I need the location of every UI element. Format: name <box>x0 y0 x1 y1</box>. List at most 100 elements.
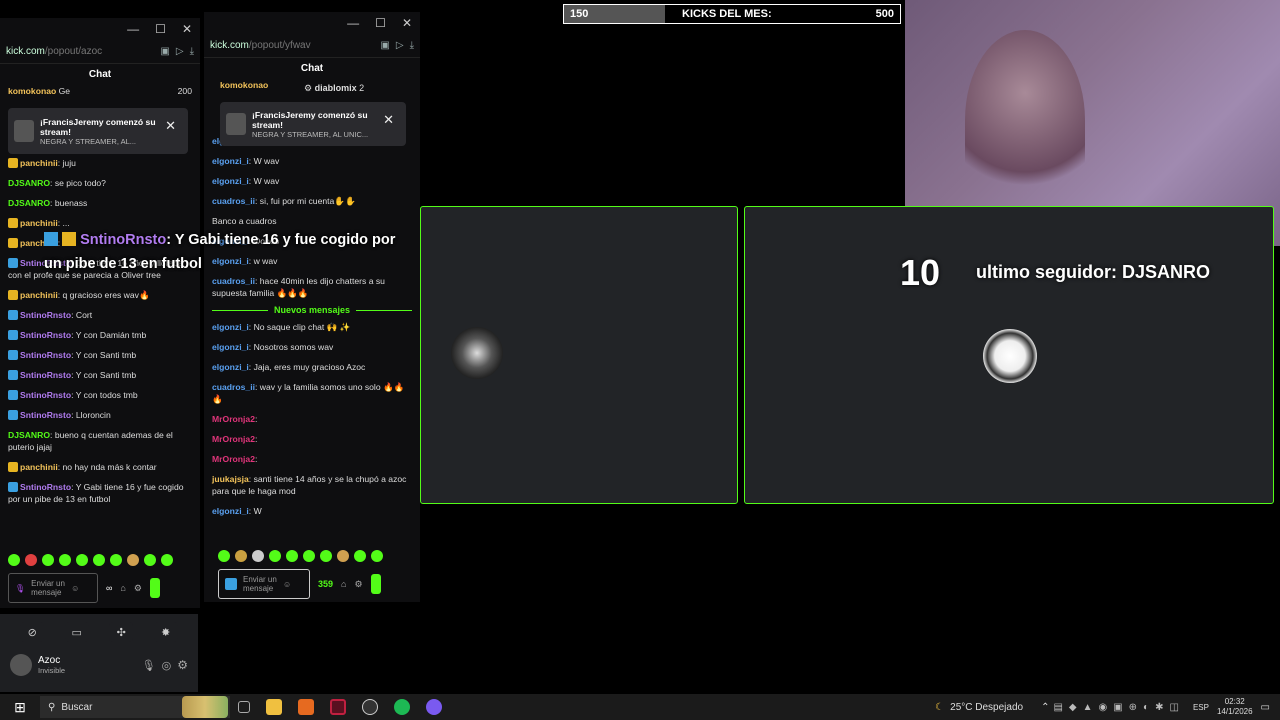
kick-badge-icon[interactable] <box>225 578 237 590</box>
emote-icon[interactable] <box>252 550 264 562</box>
chat-username[interactable]: DJSANRO <box>8 430 50 440</box>
chat-username[interactable]: panchinii <box>20 158 58 168</box>
brave-browser-icon[interactable] <box>298 699 314 715</box>
chat-username[interactable]: SntinoRnsto <box>20 410 71 420</box>
mic-icon[interactable]: 🎙 <box>15 584 25 593</box>
minimize-icon[interactable]: — <box>127 22 139 36</box>
close-icon[interactable]: ✕ <box>165 118 176 134</box>
emote-icon[interactable] <box>303 550 315 562</box>
gear-icon[interactable]: ⚙ <box>134 583 142 594</box>
emote-icon[interactable] <box>93 554 105 566</box>
emote-icon[interactable] <box>161 554 173 566</box>
emote-icon[interactable] <box>8 554 20 566</box>
tray-chevron-icon[interactable]: ⌃ <box>1041 702 1049 713</box>
task-view-icon[interactable] <box>238 701 250 713</box>
store-icon[interactable]: ⌂ <box>120 583 125 593</box>
chat-username[interactable]: DJSANRO <box>8 178 50 188</box>
extensions-icon[interactable]: ▣ <box>160 46 169 57</box>
right-url[interactable]: kick.com/popout/yfwav <box>210 40 374 51</box>
right-message-input[interactable]: Enviar un mensaje ☺ <box>218 569 310 599</box>
chat-username[interactable]: SntinoRnsto <box>20 390 71 400</box>
emote-icon[interactable] <box>127 554 139 566</box>
emote-icon[interactable] <box>235 550 247 562</box>
emote-icon[interactable] <box>337 550 349 562</box>
taskbar-search[interactable]: ⚲ Buscar <box>40 696 230 718</box>
avatar[interactable] <box>10 654 32 676</box>
headphones-icon[interactable]: ◎ <box>162 659 172 672</box>
emoji-icon[interactable]: ☺ <box>283 580 291 589</box>
mic-icon[interactable]: 🎙 <box>142 659 156 672</box>
gear-icon[interactable]: ⚙ <box>354 579 362 590</box>
emote-icon[interactable] <box>76 554 88 566</box>
emote-icon[interactable] <box>269 550 281 562</box>
chat-username[interactable]: juukajsja <box>212 474 249 484</box>
emoji-icon[interactable]: ☺ <box>71 584 79 593</box>
play-icon[interactable]: ▷ <box>176 46 184 57</box>
emote-icon[interactable] <box>371 550 383 562</box>
gear-icon[interactable]: ⚙ <box>177 658 188 672</box>
emote-icon[interactable] <box>59 554 71 566</box>
minimize-icon[interactable]: — <box>347 16 359 30</box>
chat-username[interactable]: MrOronja2 <box>212 454 255 464</box>
steam-icon[interactable] <box>362 699 378 715</box>
chat-username[interactable]: elgonzi_i <box>212 362 249 372</box>
emote-icon[interactable] <box>218 550 230 562</box>
left-message-input[interactable]: 🎙 Enviar un mensaje ☺ <box>8 573 98 603</box>
spotify-icon[interactable] <box>394 699 410 715</box>
chat-username[interactable]: elgonzi_i <box>212 176 249 186</box>
clock[interactable]: 02:32 14/1/2026 <box>1217 697 1253 717</box>
close-icon[interactable]: ✕ <box>182 22 192 36</box>
chat-username[interactable]: elgonzi_i <box>212 506 249 516</box>
chat-username[interactable]: SntinoRnsto <box>20 482 71 492</box>
emote-icon[interactable] <box>110 554 122 566</box>
store-icon[interactable]: ⌂ <box>341 579 346 589</box>
chat-username[interactable]: SntinoRnsto <box>20 330 71 340</box>
emote-icon[interactable] <box>286 550 298 562</box>
send-button[interactable] <box>370 574 381 594</box>
activities-icon[interactable]: ✣ <box>109 622 134 642</box>
chat-username[interactable]: cuadros_ii <box>212 276 255 286</box>
soundboard-icon[interactable]: ✸ <box>153 622 178 642</box>
maximize-icon[interactable]: ☐ <box>375 16 386 30</box>
chat-username[interactable]: SntinoRnsto <box>20 350 71 360</box>
chat-username[interactable]: cuadros_ii <box>212 196 255 206</box>
left-stream-notification[interactable]: ¡FrancisJeremy comenzó su stream! NEGRA … <box>8 108 188 154</box>
chat-username[interactable]: DJSANRO <box>8 198 50 208</box>
chat-username[interactable]: cuadros_ii <box>212 382 255 392</box>
chat-username[interactable]: MrOronja2 <box>212 414 255 424</box>
download-icon[interactable]: ⤓ <box>410 40 414 51</box>
chat-username[interactable]: elgonzi_i <box>212 156 249 166</box>
emote-icon[interactable] <box>42 554 54 566</box>
weather-text[interactable]: 25°C Despejado <box>950 702 1023 713</box>
extensions-icon[interactable]: ▣ <box>380 40 389 51</box>
tray-icons[interactable]: ▤◆▲◉▣⊕◐✱◫ <box>1053 702 1184 713</box>
play-icon[interactable]: ▷ <box>396 40 404 51</box>
emote-icon[interactable] <box>25 554 37 566</box>
language-indicator[interactable]: ESP <box>1193 703 1209 712</box>
chrome-icon[interactable] <box>426 699 442 715</box>
notification-icon[interactable]: ▭ <box>1261 702 1270 713</box>
chat-username[interactable]: SntinoRnsto <box>20 370 71 380</box>
left-url[interactable]: kick.com/popout/azoc <box>6 46 154 57</box>
send-button[interactable] <box>149 578 160 598</box>
chat-username[interactable]: elgonzi_i <box>212 342 249 352</box>
emote-icon[interactable] <box>320 550 332 562</box>
chat-username[interactable]: MrOronja2 <box>212 434 255 444</box>
right-stream-notification[interactable]: ¡FrancisJeremy comenzó su stream! NEGRA … <box>220 102 406 146</box>
chat-username[interactable]: elgonzi_i <box>212 322 249 332</box>
chat-username[interactable]: panchinii <box>20 218 58 228</box>
emote-icon[interactable] <box>144 554 156 566</box>
file-explorer-icon[interactable] <box>266 699 282 715</box>
windows-start-icon[interactable]: ⊞ <box>0 699 40 716</box>
camera-off-icon[interactable]: ⊘ <box>20 622 45 642</box>
screen-share-icon[interactable]: ▭ <box>64 622 89 642</box>
close-icon[interactable]: ✕ <box>383 112 394 128</box>
chat-username[interactable]: panchinii <box>20 462 58 472</box>
chat-username[interactable]: SntinoRnsto <box>20 310 71 320</box>
chat-username[interactable]: panchinii <box>20 290 58 300</box>
maximize-icon[interactable]: ☐ <box>155 22 166 36</box>
emote-icon[interactable] <box>354 550 366 562</box>
close-icon[interactable]: ✕ <box>402 16 412 30</box>
download-icon[interactable]: ⤓ <box>190 46 194 57</box>
obs-icon[interactable] <box>330 699 346 715</box>
